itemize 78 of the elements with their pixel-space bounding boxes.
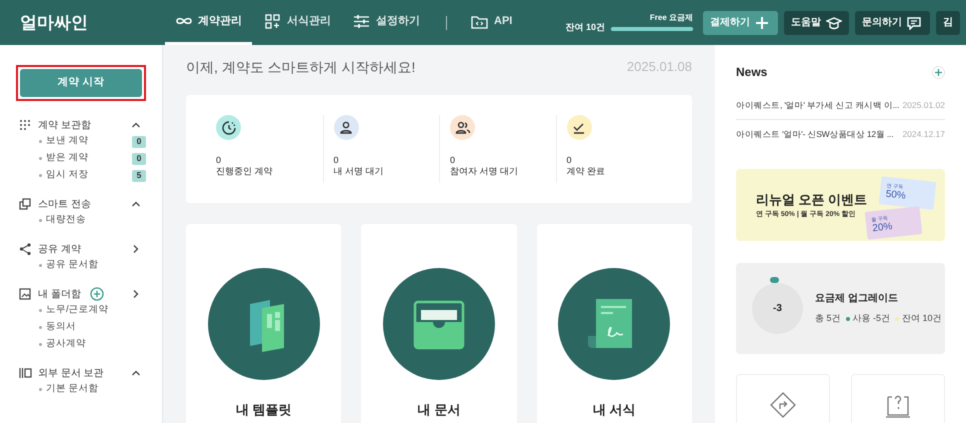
usage-total: 총 5건 [815,312,841,326]
graduation-cap-icon [826,16,842,30]
count-badge: 5 [132,170,146,182]
header-button[interactable]: 도움말 [784,10,849,34]
folder-link[interactable]: 동의서 [46,320,76,335]
nav-tab[interactable]: API [461,0,522,45]
folder-link[interactable]: 공유 문서함 [46,258,99,273]
app-logo: 얼마싸인 [20,12,89,34]
plan-name: Free 요금제 [650,12,693,24]
people-icon [454,120,470,136]
sliders-icon [353,14,370,28]
dot-grid-icon [19,119,32,131]
stat-value: 0 [566,155,573,166]
news-heading: News [736,64,768,81]
stat-label: 내 서명 대기 [334,166,385,177]
usage-arc [770,277,779,283]
folder-link[interactable]: 받은 계약 [46,151,89,166]
header-button[interactable]: 문의하기 [855,10,930,34]
count-badge: 0 [132,152,146,164]
template-pages-icon [208,268,320,380]
section-label[interactable]: 스마트 전송 [38,196,91,212]
date-label: 2025.01.08 [626,58,692,76]
card-title: 내 템플릿 [236,401,292,419]
stat-label: 참여자 서명 대기 [450,166,520,177]
signpost-icon [769,391,797,419]
folder-link[interactable]: 대량전송 [46,213,86,228]
folder-link[interactable]: 공사계약 [46,337,86,352]
section-label[interactable]: 내 폴더함 [38,286,81,302]
start-contract-button[interactable]: 계약 시작 [20,69,142,97]
stat-value: 0 [450,155,456,166]
timer-icon [220,120,236,136]
share-icon [19,243,32,255]
coupon-value: 20% [872,220,894,234]
stat-label: 진행중인 계약 [216,166,274,177]
legend-label: 잔여 10건 [902,312,942,326]
news-link[interactable]: 아이퀘스트, '얼마' 부가세 신고 캐시백 이... [736,98,900,112]
section-label[interactable]: 공유 계약 [38,242,81,256]
stat-label: 계약 완료 [566,166,606,177]
header-button[interactable]: 김 [936,10,960,34]
card-title: 내 서식 [593,401,636,419]
image-folder-icon [19,288,32,300]
add-icon [932,66,945,78]
person-icon [338,120,354,136]
signed-scroll-icon [558,268,670,380]
section-label[interactable]: 외부 문서 보관 [38,366,104,380]
folder-icon [471,14,488,28]
chat-icon [907,16,923,30]
shortcut-card[interactable]: 내 문서 [361,224,517,423]
headline: 이제, 계약도 스마트하게 시작하세요! [186,58,416,76]
shortcut-card[interactable]: 내 서식 [536,224,692,423]
document-tray-icon [382,268,495,380]
shortcut-card[interactable]: 내 템플릿 [186,224,342,423]
grid-icon [264,14,281,28]
nav-tab[interactable]: 서식관리 [254,0,341,45]
folder-link[interactable]: 임시 저장 [46,168,89,183]
legend-label: 사용 -5건 [852,312,890,326]
news-link[interactable]: 아이퀘스트 '얼마'- 신SW상품대상 12월 ... [736,128,894,141]
news-date: 2024.12.17 [902,128,945,141]
copy-icon [19,198,32,210]
stat-value: 0 [334,155,340,166]
plus-icon [755,16,771,30]
folder-link[interactable]: 보낸 계약 [46,134,89,149]
upgrade-card[interactable]: -3 요금제 업그레이드 총 5건 사용 -5건 잔여 10건 [736,263,945,354]
archive-icon [19,367,32,379]
usage-value: -3 [773,302,782,316]
count-badge: 0 [132,136,146,148]
remaining-count: 잔여 10건 [565,20,605,34]
banner-title: 리뉴얼 오픈 이벤트 [756,191,868,209]
news-date: 2025.01.02 [902,98,945,112]
folder-link[interactable]: 기본 문서함 [46,382,99,397]
stat-value: 0 [216,155,222,166]
folder-link[interactable]: 노무/근로계약 [46,303,109,318]
upgrade-title: 요금제 업그레이드 [815,292,899,306]
section-label[interactable]: 계약 보관함 [38,118,91,132]
card-title: 내 문서 [418,401,460,419]
nav-tab[interactable]: 설정하기 [343,0,430,45]
add-folder-icon [90,287,104,301]
coupon-value: 50% [885,188,908,204]
